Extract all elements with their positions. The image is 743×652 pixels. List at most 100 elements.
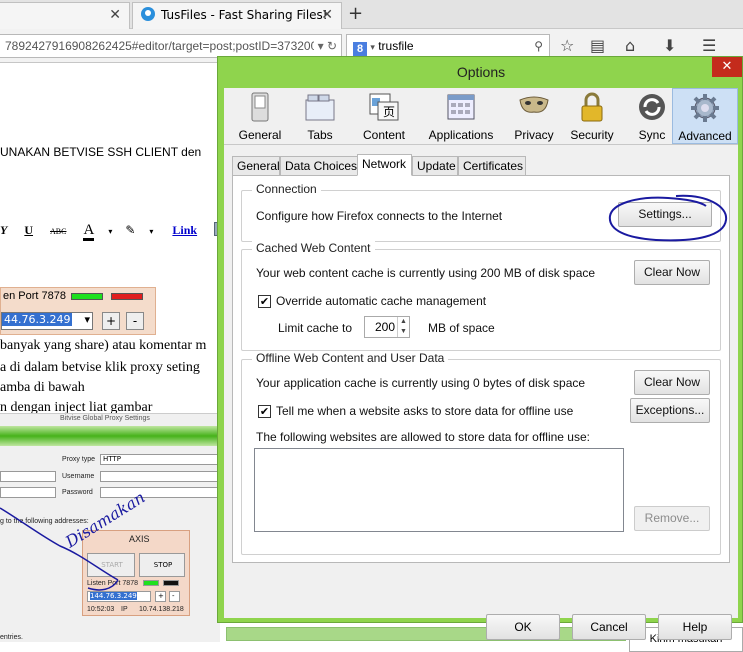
new-tab-icon[interactable]: +: [348, 3, 363, 24]
menu-icon[interactable]: ☰: [702, 36, 716, 55]
cache-usage-text: Your web content cache is currently usin…: [256, 266, 596, 280]
offline-sites-list[interactable]: [254, 448, 624, 532]
strikethrough-button[interactable]: ABC: [50, 227, 66, 236]
pane-label: Applications: [428, 128, 494, 142]
italic-button[interactable]: Y: [0, 223, 7, 237]
content-page-icon: 页: [368, 92, 400, 122]
dropdown-icon[interactable]: ▾: [318, 39, 324, 53]
home-icon[interactable]: ⌂: [625, 36, 635, 55]
handwriting-annotation: Disamakan: [0, 488, 148, 591]
pane-security[interactable]: Security: [560, 88, 624, 144]
allowed-sites-label: The following websites are allowed to st…: [256, 430, 590, 444]
offline-usage-text: Your application cache is currently usin…: [256, 376, 586, 390]
tusfiles-favicon-icon: [141, 7, 155, 21]
spinner-arrows-icon[interactable]: ▲ ▼: [397, 317, 409, 337]
clear-offline-button[interactable]: Clear Now: [634, 370, 710, 395]
dropdown-icon[interactable]: ▾: [108, 227, 112, 236]
pane-applications[interactable]: Applications: [420, 88, 502, 144]
pane-general[interactable]: General: [228, 88, 292, 144]
pane-label: General: [238, 128, 282, 142]
page-green-strip: [226, 627, 626, 641]
status-bar-green: [71, 293, 103, 300]
subtab-data-choices[interactable]: Data Choices: [280, 156, 358, 176]
url-bar[interactable]: 7892427916908262425#editor/target=post;p…: [0, 34, 342, 58]
username-label: Username: [62, 473, 95, 480]
exceptions-button[interactable]: Exceptions...: [630, 398, 710, 423]
editor-toolbar: Y U ABC A ▾ ✎ ▾ Link: [0, 222, 246, 241]
subtab-certificates[interactable]: Certificates: [458, 156, 526, 176]
applications-icon: [445, 92, 477, 122]
cache-limit-value: 200: [374, 320, 395, 334]
reload-icon[interactable]: ↻: [327, 39, 337, 53]
status-bar-red: [111, 293, 143, 300]
close-tab-icon[interactable]: ✕: [321, 3, 333, 28]
pane-label: Content: [362, 128, 406, 142]
proxy-dialog-title: Bitvise Global Proxy Settings: [60, 415, 150, 422]
bookmark-star-icon[interactable]: ☆: [560, 36, 574, 55]
connection-settings-button[interactable]: Settings...: [618, 202, 712, 227]
lock-icon: [576, 92, 608, 122]
dialog-body: General Tabs 页 Content Applications Priv…: [224, 88, 738, 640]
cache-limit-spinner[interactable]: 200 ▲ ▼: [364, 316, 410, 338]
dialog-title: Options: [456, 64, 506, 80]
pane-content[interactable]: 页 Content: [352, 88, 416, 144]
settings-button-label: Settings...: [638, 207, 692, 221]
ip-value: 44.76.3.249: [2, 313, 73, 326]
help-button[interactable]: Help: [658, 614, 732, 640]
body-line-3: amba di bawah: [0, 380, 85, 395]
cache-limit-unit: MB of space: [428, 321, 495, 335]
clear-now-label: Clear Now: [643, 375, 700, 389]
override-cache-checkbox[interactable]: ✔: [258, 295, 271, 308]
connection-group: Connection Configure how Firefox connect…: [241, 182, 721, 242]
subtab-general[interactable]: General: [232, 156, 280, 176]
search-text: trusfile: [378, 39, 414, 53]
subtab-update[interactable]: Update: [412, 156, 458, 176]
close-icon[interactable]: ✕: [712, 57, 742, 77]
tell-me-label: Tell me when a website asks to store dat…: [276, 404, 574, 418]
pane-label: Security: [570, 128, 614, 142]
sync-icon: [636, 92, 668, 122]
ok-button[interactable]: OK: [486, 614, 560, 640]
tab-label: TusFiles - Fast Sharing Files!: [161, 8, 328, 22]
cache-group: Cached Web Content Your web content cach…: [241, 241, 721, 351]
proxy-type-value: HTTP: [103, 455, 121, 463]
highlight-icon[interactable]: ✎: [125, 223, 135, 237]
svg-text:页: 页: [383, 105, 395, 119]
url-text: 7892427916908262425#editor/target=post;p…: [5, 39, 318, 53]
limit-cache-label: Limit cache to: [278, 321, 353, 335]
search-bar[interactable]: 8 ▾ trusfile ⚲: [346, 34, 550, 58]
axis-panel-image: en Port 7878 44.76.3.249 ▾ + -: [0, 287, 156, 335]
override-cache-label: Override automatic cache management: [276, 294, 487, 308]
listen-port-label: en Port 7878: [3, 290, 66, 302]
plus-button: +: [102, 312, 120, 330]
underline-button[interactable]: U: [24, 223, 33, 237]
connection-text: Configure how Firefox connects to the In…: [256, 209, 503, 223]
subtab-network[interactable]: Network: [357, 154, 412, 176]
browser-tab-1[interactable]: ✕: [0, 2, 130, 29]
bookmarks-icon[interactable]: ▤: [590, 36, 605, 55]
dropdown-icon[interactable]: ▾: [149, 227, 153, 236]
exceptions-label: Exceptions...: [635, 403, 705, 417]
tell-me-checkbox[interactable]: ✔: [258, 405, 271, 418]
entries-text: entries.: [0, 634, 23, 641]
mask-icon: [518, 92, 550, 122]
engine-dropdown-icon[interactable]: ▾: [370, 42, 375, 52]
cancel-button[interactable]: Cancel: [572, 614, 646, 640]
pane-privacy[interactable]: Privacy: [502, 88, 566, 144]
downloads-icon[interactable]: ⬇: [663, 36, 676, 55]
proxy-type-field: HTTP: [100, 454, 218, 465]
pane-advanced[interactable]: Advanced: [672, 88, 738, 144]
dropdown-icon: ▾: [84, 313, 90, 326]
pane-label: Tabs: [307, 128, 333, 142]
link-button[interactable]: Link: [172, 223, 197, 237]
search-icon[interactable]: ⚲: [534, 35, 543, 57]
search-engine-icon[interactable]: 8: [353, 42, 367, 56]
ip-select: 44.76.3.249 ▾: [1, 312, 93, 330]
pane-label: Advanced: [678, 129, 732, 143]
text-color-button[interactable]: A: [83, 222, 95, 241]
clear-cache-button[interactable]: Clear Now: [634, 260, 710, 285]
close-tab-icon[interactable]: ✕: [109, 3, 121, 28]
remove-button[interactable]: Remove...: [634, 506, 710, 531]
pane-tabs[interactable]: Tabs: [288, 88, 352, 144]
browser-tab-2[interactable]: TusFiles - Fast Sharing Files! ✕: [132, 2, 342, 29]
